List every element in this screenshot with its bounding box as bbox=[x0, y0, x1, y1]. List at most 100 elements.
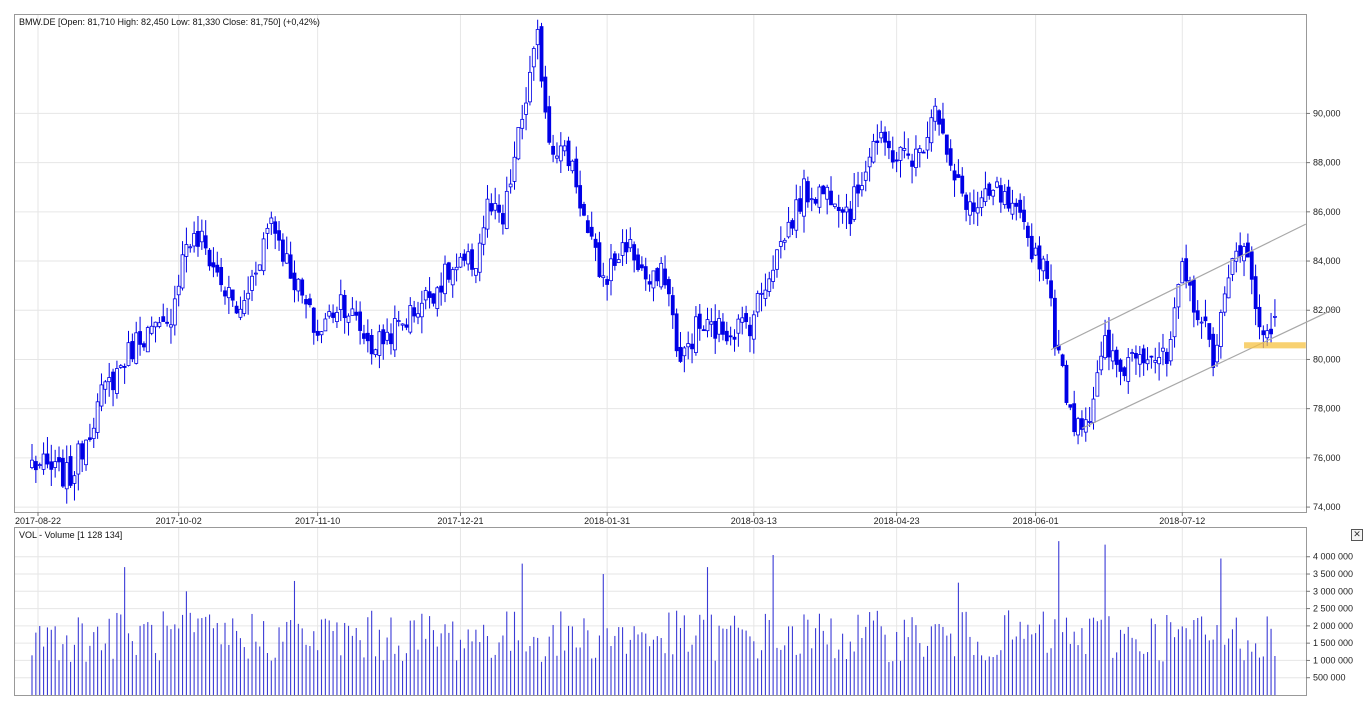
candle-down bbox=[744, 313, 748, 323]
candle-down bbox=[636, 254, 640, 270]
candle-down bbox=[941, 118, 945, 134]
candle-up bbox=[269, 217, 274, 224]
candle-up bbox=[226, 287, 231, 299]
candle-up bbox=[562, 145, 567, 152]
candle-up bbox=[41, 453, 46, 470]
candle-down bbox=[273, 221, 278, 234]
candle-down bbox=[165, 321, 170, 324]
close-volume-panel-button[interactable]: ✕ bbox=[1351, 529, 1363, 541]
candle-down bbox=[1107, 329, 1111, 358]
candle-up bbox=[1168, 339, 1173, 362]
candle-up bbox=[968, 201, 972, 216]
candle-up bbox=[466, 251, 471, 265]
candle-up bbox=[694, 316, 698, 353]
candle-down bbox=[821, 185, 826, 195]
candle-down bbox=[894, 159, 899, 162]
candle-down bbox=[937, 110, 941, 125]
candle-up bbox=[717, 318, 721, 335]
candle-down bbox=[593, 238, 598, 248]
price-legend: BMW.DE [Open: 81,710 High: 82,450 Low: 8… bbox=[19, 17, 320, 27]
candle-up bbox=[898, 146, 903, 161]
candle-up bbox=[860, 185, 864, 191]
candle-down bbox=[612, 253, 617, 266]
candle-down bbox=[944, 134, 949, 155]
candle-up bbox=[512, 156, 517, 182]
candle-down bbox=[1029, 235, 1034, 260]
candle-up bbox=[531, 48, 536, 68]
candle-down bbox=[667, 279, 671, 295]
date-tick-label: 2017-08-22 bbox=[15, 516, 61, 526]
candle-down bbox=[748, 324, 752, 337]
candle-up bbox=[265, 227, 270, 234]
candle-up bbox=[1215, 344, 1219, 363]
candle-down bbox=[1203, 316, 1208, 322]
candle-up bbox=[1103, 335, 1107, 359]
candle-up bbox=[192, 233, 197, 247]
candle-up bbox=[392, 318, 397, 351]
candle-down bbox=[1253, 276, 1258, 309]
candle-down bbox=[578, 185, 583, 209]
candle-down bbox=[1141, 348, 1146, 364]
candle-up bbox=[925, 137, 930, 151]
volume-legend: VOL - Volume [1 128 134] bbox=[19, 530, 123, 540]
candle-down bbox=[446, 262, 451, 280]
candle-up bbox=[1091, 398, 1096, 423]
candle-up bbox=[335, 312, 339, 322]
candle-down bbox=[921, 151, 926, 154]
candle-down bbox=[369, 334, 374, 355]
candle-up bbox=[118, 365, 123, 368]
candle-up bbox=[767, 278, 772, 292]
candle-up bbox=[1172, 307, 1177, 338]
candle-up bbox=[53, 461, 58, 468]
candle-down bbox=[497, 204, 501, 213]
candle-down bbox=[670, 295, 675, 316]
candle-down bbox=[1053, 297, 1057, 349]
candle-up bbox=[825, 186, 830, 200]
candle-up bbox=[817, 186, 822, 208]
candle-up bbox=[1087, 421, 1092, 423]
candle-up bbox=[879, 132, 884, 139]
candle-down bbox=[362, 333, 366, 339]
candle-down bbox=[1072, 403, 1077, 433]
candle-down bbox=[219, 267, 224, 286]
candle-down bbox=[389, 333, 393, 345]
candle-up bbox=[763, 289, 768, 299]
candle-down bbox=[489, 203, 494, 212]
candle-up bbox=[775, 249, 779, 270]
candle-down bbox=[1018, 199, 1023, 213]
candle-down bbox=[1037, 245, 1042, 270]
candle-down bbox=[856, 184, 860, 194]
candle-down bbox=[211, 262, 216, 268]
candle-up bbox=[863, 171, 868, 181]
date-tick-label: 2018-04-23 bbox=[874, 516, 920, 526]
candle-up bbox=[802, 178, 806, 217]
candle-down bbox=[342, 294, 347, 319]
candle-up bbox=[296, 278, 301, 292]
candle-down bbox=[987, 183, 992, 196]
price-tick-label: 86,000 bbox=[1313, 207, 1341, 217]
candle-up bbox=[1145, 359, 1150, 365]
candle-up bbox=[377, 331, 382, 356]
volume-tick-label: 1 000 000 bbox=[1313, 655, 1353, 665]
candle-down bbox=[543, 76, 548, 113]
candle-up bbox=[126, 342, 131, 366]
candle-up bbox=[914, 148, 918, 169]
candle-up bbox=[157, 322, 162, 327]
candle-up bbox=[1002, 191, 1007, 206]
candle-down bbox=[906, 153, 911, 156]
candle-down bbox=[910, 160, 914, 167]
candle-down bbox=[1045, 260, 1050, 279]
candle-down bbox=[1249, 251, 1254, 280]
candle-up bbox=[450, 269, 455, 286]
candle-up bbox=[172, 298, 177, 326]
candle-up bbox=[1041, 258, 1046, 272]
candle-up bbox=[1265, 330, 1270, 339]
candle-down bbox=[848, 208, 853, 225]
candle-down bbox=[721, 321, 725, 335]
candle-up bbox=[176, 285, 181, 296]
candle-up bbox=[184, 244, 189, 257]
candle-up bbox=[867, 156, 872, 168]
candle-up bbox=[443, 263, 447, 295]
candle-down bbox=[539, 26, 544, 82]
date-tick-label: 2018-01-31 bbox=[584, 516, 630, 526]
